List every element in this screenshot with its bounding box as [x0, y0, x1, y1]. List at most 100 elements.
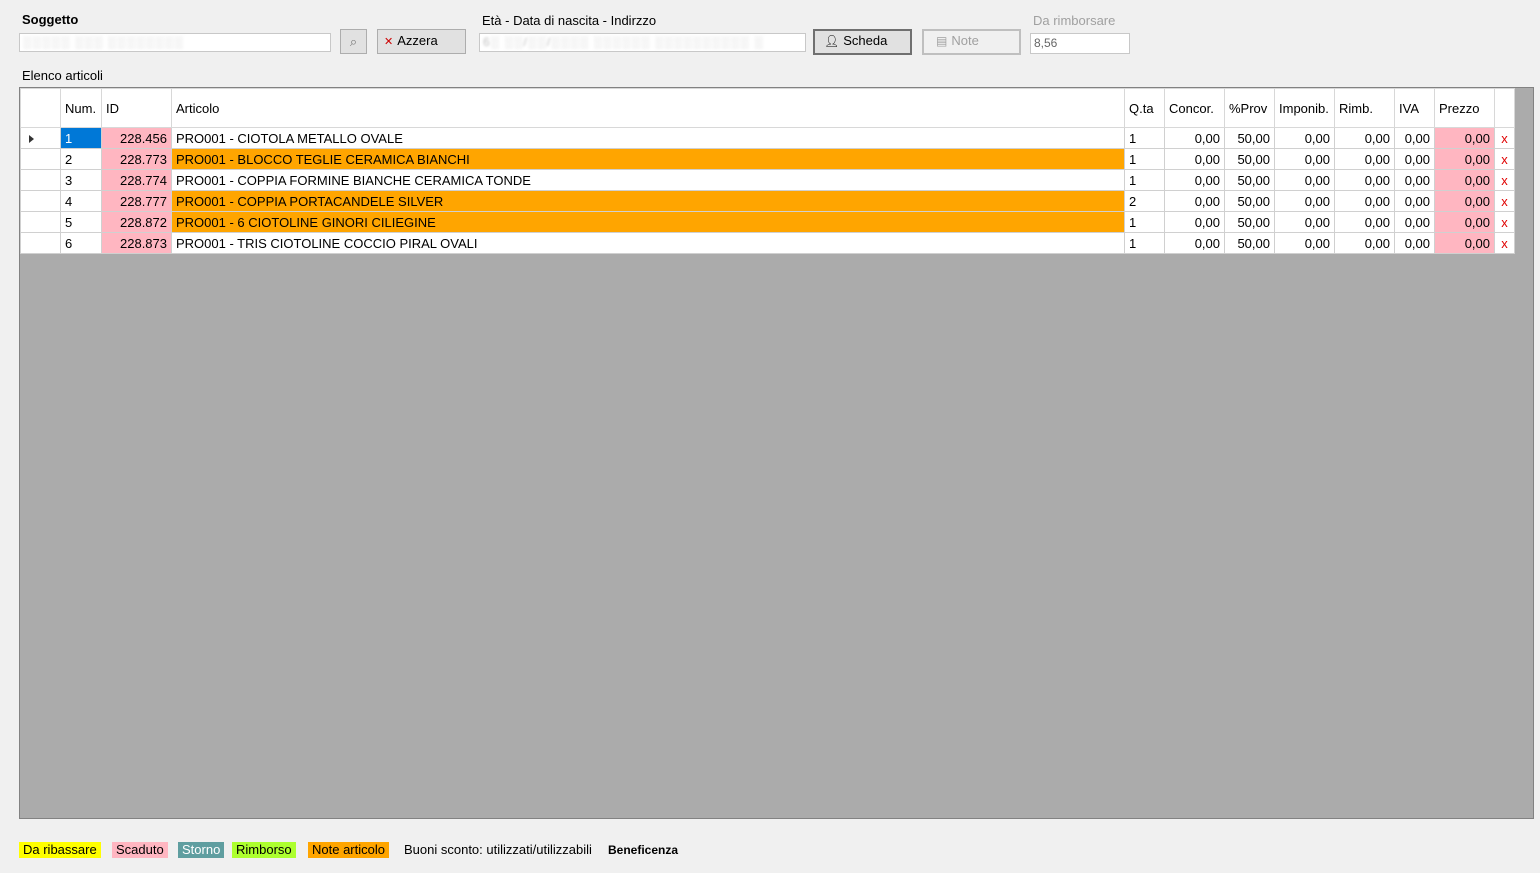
cell-iva[interactable]: 0,00	[1394, 211, 1435, 233]
note-button[interactable]: ▤ Note	[922, 29, 1021, 55]
cell-imponib[interactable]: 0,00	[1274, 190, 1335, 212]
cell-qta[interactable]: 1	[1124, 232, 1165, 254]
info-field[interactable]: 6░ ░░/░░/░░░░ ░░░░░░ ░░░░░░░░░░ ░	[479, 33, 806, 52]
table-row[interactable]: 6 228.873 PRO001 - TRIS CIOTOLINE COCCIO P…	[20, 232, 1515, 254]
cell-imponib[interactable]: 0,00	[1274, 211, 1335, 233]
legend-beneficenza: Beneficenza	[608, 843, 679, 857]
cell-iva[interactable]: 0,00	[1394, 169, 1435, 191]
cell-iva[interactable]: 0,00	[1394, 232, 1435, 254]
delete-icon[interactable]: x	[1494, 232, 1515, 254]
cell-num[interactable]: 6	[60, 232, 102, 254]
column-articolo[interactable]: Articolo	[171, 88, 1125, 128]
cell-iva[interactable]: 0,00	[1394, 127, 1435, 149]
cell-id[interactable]: 228.873	[101, 232, 172, 254]
column-imponib[interactable]: Imponib.	[1274, 88, 1335, 128]
cell-rimb[interactable]: 0,00	[1334, 127, 1395, 149]
table-header: Num. ID Articolo Q.ta Concor. %Prov Impo…	[20, 88, 1515, 128]
header-corner	[20, 88, 61, 128]
cell-prezzo[interactable]: 0,00	[1434, 232, 1495, 254]
cell-articolo[interactable]: PRO001 - CIOTOLA METALLO OVALE	[171, 127, 1125, 149]
cell-prov[interactable]: 50,00	[1224, 232, 1275, 254]
search-button[interactable]: ⌕	[340, 29, 367, 54]
cell-num[interactable]: 2	[60, 148, 102, 170]
table-row[interactable]: 2 228.773 PRO001 - BLOCCO TEGLIE CERAMICA …	[20, 148, 1515, 170]
column-id[interactable]: ID	[101, 88, 172, 128]
scheda-button[interactable]: 👤︎ Scheda	[813, 29, 912, 55]
cell-articolo[interactable]: PRO001 - COPPIA PORTACANDELE SILVER	[171, 190, 1125, 212]
row-header[interactable]	[20, 169, 61, 191]
column-concor[interactable]: Concor.	[1164, 88, 1225, 128]
row-header[interactable]	[20, 211, 61, 233]
column-iva[interactable]: IVA	[1394, 88, 1435, 128]
cell-prezzo[interactable]: 0,00	[1434, 211, 1495, 233]
column-rimb[interactable]: Rimb.	[1334, 88, 1395, 128]
row-header[interactable]	[20, 190, 61, 212]
cell-prezzo[interactable]: 0,00	[1434, 127, 1495, 149]
cell-num[interactable]: 4	[60, 190, 102, 212]
cell-qta[interactable]: 2	[1124, 190, 1165, 212]
delete-icon[interactable]: x	[1494, 127, 1515, 149]
cell-prov[interactable]: 50,00	[1224, 211, 1275, 233]
list-title: Elenco articoli	[22, 68, 103, 83]
cell-prov[interactable]: 50,00	[1224, 190, 1275, 212]
cell-num[interactable]: 3	[60, 169, 102, 191]
cell-concor[interactable]: 0,00	[1164, 127, 1225, 149]
cell-concor[interactable]: 0,00	[1164, 148, 1225, 170]
cell-rimb[interactable]: 0,00	[1334, 232, 1395, 254]
cell-prezzo[interactable]: 0,00	[1434, 148, 1495, 170]
column-qta[interactable]: Q.ta	[1124, 88, 1165, 128]
table-row[interactable]: 3 228.774 PRO001 - COPPIA FORMINE BIANCHE …	[20, 169, 1515, 191]
cell-id[interactable]: 228.777	[101, 190, 172, 212]
cell-id[interactable]: 228.774	[101, 169, 172, 191]
rimborsare-field: 8,56	[1030, 33, 1130, 54]
cell-qta[interactable]: 1	[1124, 211, 1165, 233]
cell-iva[interactable]: 0,00	[1394, 148, 1435, 170]
table-row[interactable]: 5 228.872 PRO001 - 6 CIOTOLINE GINORI CILI…	[20, 211, 1515, 233]
cell-concor[interactable]: 0,00	[1164, 190, 1225, 212]
cell-iva[interactable]: 0,00	[1394, 190, 1435, 212]
column-prov[interactable]: %Prov	[1224, 88, 1275, 128]
legend-rimborso: Rimborso	[232, 842, 296, 858]
azzera-button[interactable]: ✕ Azzera	[377, 29, 466, 54]
cell-rimb[interactable]: 0,00	[1334, 190, 1395, 212]
cell-qta[interactable]: 1	[1124, 148, 1165, 170]
cell-imponib[interactable]: 0,00	[1274, 127, 1335, 149]
cell-prov[interactable]: 50,00	[1224, 169, 1275, 191]
cell-id[interactable]: 228.872	[101, 211, 172, 233]
cell-concor[interactable]: 0,00	[1164, 232, 1225, 254]
cell-id[interactable]: 228.773	[101, 148, 172, 170]
cell-qta[interactable]: 1	[1124, 127, 1165, 149]
row-header[interactable]	[20, 127, 61, 149]
cell-prezzo[interactable]: 0,00	[1434, 169, 1495, 191]
delete-icon[interactable]: x	[1494, 169, 1515, 191]
cell-imponib[interactable]: 0,00	[1274, 148, 1335, 170]
row-header[interactable]	[20, 148, 61, 170]
cell-id[interactable]: 228.456	[101, 127, 172, 149]
cell-prov[interactable]: 50,00	[1224, 148, 1275, 170]
cell-articolo[interactable]: PRO001 - 6 CIOTOLINE GINORI CILIEGINE	[171, 211, 1125, 233]
column-num[interactable]: Num.	[60, 88, 102, 128]
cell-articolo[interactable]: PRO001 - TRIS CIOTOLINE COCCIO PIRAL OVA…	[171, 232, 1125, 254]
cell-prov[interactable]: 50,00	[1224, 127, 1275, 149]
delete-icon[interactable]: x	[1494, 211, 1515, 233]
cell-concor[interactable]: 0,00	[1164, 169, 1225, 191]
cell-articolo[interactable]: PRO001 - COPPIA FORMINE BIANCHE CERAMICA…	[171, 169, 1125, 191]
cell-num[interactable]: 5	[60, 211, 102, 233]
cell-num[interactable]: 1	[60, 127, 102, 149]
cell-concor[interactable]: 0,00	[1164, 211, 1225, 233]
column-prezzo[interactable]: Prezzo	[1434, 88, 1495, 128]
row-header[interactable]	[20, 232, 61, 254]
table-row[interactable]: 4 228.777 PRO001 - COPPIA PORTACANDELE SIL…	[20, 190, 1515, 212]
cell-rimb[interactable]: 0,00	[1334, 211, 1395, 233]
cell-imponib[interactable]: 0,00	[1274, 169, 1335, 191]
cell-articolo[interactable]: PRO001 - BLOCCO TEGLIE CERAMICA BIANCHI	[171, 148, 1125, 170]
cell-rimb[interactable]: 0,00	[1334, 148, 1395, 170]
cell-prezzo[interactable]: 0,00	[1434, 190, 1495, 212]
delete-icon[interactable]: x	[1494, 190, 1515, 212]
table-row[interactable]: 1 228.456 PRO001 - CIOTOLA METALLO OVALE 1 0…	[20, 127, 1515, 149]
cell-imponib[interactable]: 0,00	[1274, 232, 1335, 254]
cell-rimb[interactable]: 0,00	[1334, 169, 1395, 191]
soggetto-input[interactable]: ░░░░░ ░░░ ░░░░░░░░	[19, 33, 331, 52]
cell-qta[interactable]: 1	[1124, 169, 1165, 191]
delete-icon[interactable]: x	[1494, 148, 1515, 170]
